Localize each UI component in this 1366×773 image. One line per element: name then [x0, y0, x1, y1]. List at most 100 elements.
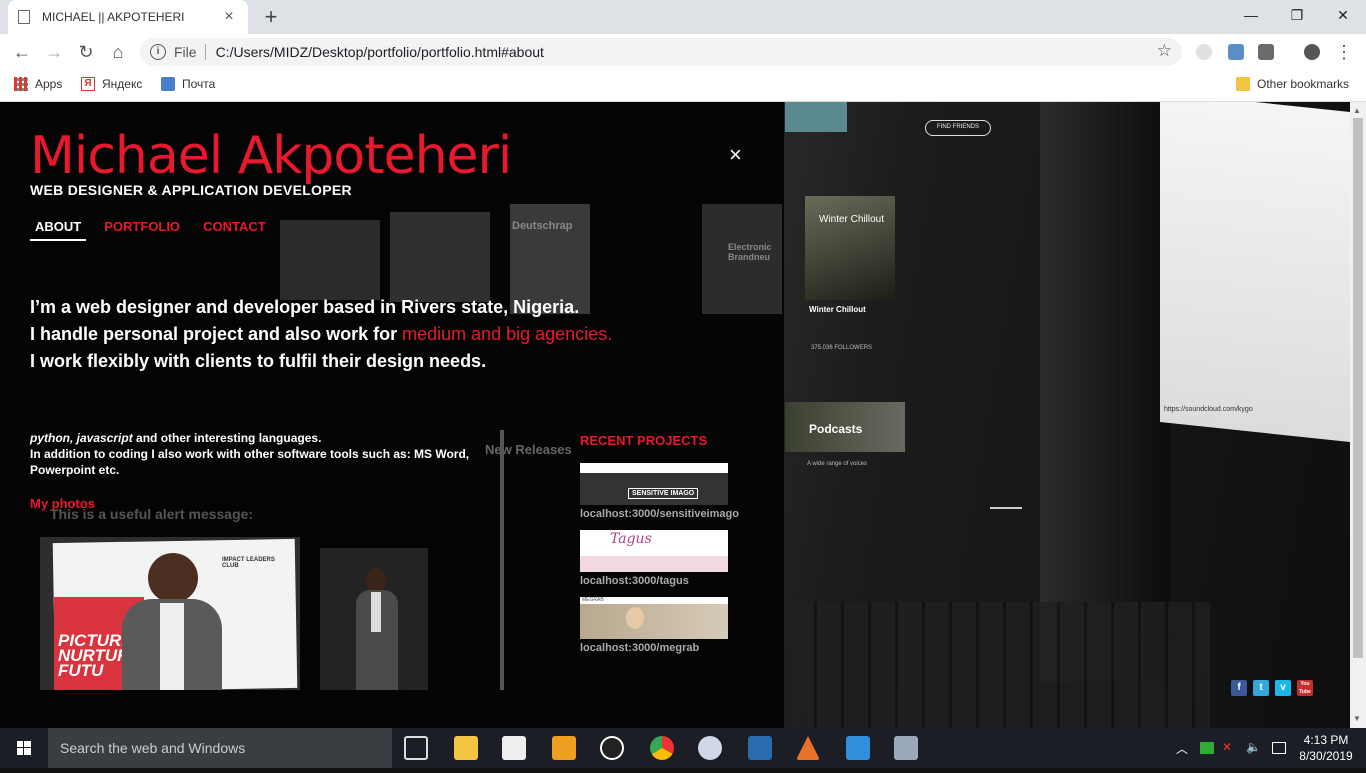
background-image	[390, 212, 490, 302]
thumbnail-text: MEGRAB	[582, 597, 604, 603]
menu-contact[interactable]: CONTACT	[198, 219, 271, 241]
background-image	[990, 507, 1022, 509]
windows-taskbar: Search the web and Windows ︿ ✕ 🔈 4:13 PM…	[0, 728, 1366, 768]
sublime-icon[interactable]	[552, 736, 576, 760]
bookmark-label: Почта	[182, 77, 216, 91]
background-image: Winter Chillout	[805, 196, 895, 300]
tray-chevron-icon[interactable]: ︿	[1176, 740, 1188, 757]
new-tab-button[interactable]: +	[258, 4, 284, 30]
vimeo-icon[interactable]: v	[1275, 680, 1291, 696]
site-role: WEB DESIGNER & APPLICATION DEVELOPER	[30, 182, 352, 198]
vscode-icon[interactable]	[846, 736, 870, 760]
tab-close-icon[interactable]: ×	[220, 8, 238, 26]
background-text: A wide range of voices	[807, 461, 868, 467]
taskbar-search[interactable]: Search the web and Windows	[48, 728, 392, 768]
forward-button[interactable]: →	[40, 38, 68, 66]
twitter-icon[interactable]: t	[1253, 680, 1269, 696]
app-icon[interactable]	[698, 736, 722, 760]
offline-icon[interactable]: ✕	[1222, 740, 1232, 754]
windows-logo-icon	[17, 741, 31, 755]
project-url[interactable]: localhost:3000/sensitiveimago	[580, 508, 739, 520]
volume-icon[interactable]: 🔈	[1246, 740, 1261, 754]
bookmark-yandex[interactable]: Я Яндекс	[81, 77, 142, 91]
extension-icon[interactable]	[1228, 44, 1244, 60]
background-text: Winter Chillout	[809, 305, 866, 314]
network-icon[interactable]	[1200, 742, 1214, 754]
file-explorer-icon[interactable]	[454, 736, 478, 760]
project-card[interactable]: SENSITIVE IMAGO localhost:3000/sensitive…	[580, 463, 739, 520]
clock-time: 4:13 PM	[1303, 733, 1349, 747]
project-thumbnail[interactable]: MEGRAB	[580, 597, 728, 639]
intro-accent: medium and big agencies.	[402, 324, 613, 344]
photo-person	[366, 568, 386, 592]
matlab-icon[interactable]	[796, 736, 820, 760]
background-text: Winter Chillout	[819, 214, 885, 225]
profile-avatar-icon[interactable]	[1304, 44, 1320, 60]
minimize-button[interactable]: —	[1228, 0, 1274, 30]
back-button[interactable]: ←	[8, 38, 36, 66]
background-image	[280, 220, 380, 300]
youtube-icon[interactable]: You Tube	[1297, 680, 1313, 696]
scrollbar-thumb[interactable]	[1353, 118, 1363, 658]
intro-line: I’m a web designer and developer based i…	[30, 297, 580, 317]
extension-icon[interactable]	[1258, 44, 1274, 60]
thumbnail-person	[626, 607, 644, 629]
languages-tools: In addition to coding I also work with o…	[30, 447, 470, 477]
close-window-button[interactable]: ✕	[1320, 0, 1366, 30]
browser-toolbar: ← → ↻ ⌂ i File C:/Users/MIDZ/Desktop/por…	[0, 34, 1366, 70]
page-scrollbar[interactable]: ▲ ▼	[1350, 102, 1366, 728]
background-text: Deutschrap	[512, 220, 573, 232]
maximize-button[interactable]: ❐	[1274, 0, 1320, 30]
url-text[interactable]: C:/Users/MIDZ/Desktop/portfolio/portfoli…	[216, 44, 544, 60]
bookmark-label: Яндекс	[102, 77, 143, 91]
bookmark-mail[interactable]: Почта	[161, 77, 215, 91]
extension-icon[interactable]	[1196, 44, 1212, 60]
inner-scrollbar[interactable]	[500, 430, 504, 690]
background-image	[1160, 102, 1350, 442]
chrome-icon[interactable]	[650, 736, 674, 760]
folder-icon	[1236, 77, 1250, 91]
apps-grid-icon	[14, 77, 28, 91]
project-thumbnail[interactable]: SENSITIVE IMAGO	[580, 463, 728, 505]
scroll-down-icon[interactable]: ▼	[1353, 714, 1361, 723]
powershell-icon[interactable]	[748, 736, 772, 760]
project-url[interactable]: localhost:3000/megrab	[580, 642, 730, 654]
browser-tab[interactable]: MICHAEL || AKPOTEHERI ×	[8, 0, 248, 34]
project-card[interactable]: Tagus localhost:3000/tagus	[580, 530, 730, 587]
other-bookmarks[interactable]: Other bookmarks	[1236, 77, 1349, 91]
bookmark-star-icon[interactable]: ☆	[1157, 41, 1172, 61]
photo: PICTURI NURTUR FUTU IMPACT LEADERS CLUB	[40, 537, 300, 690]
background-text: Podcasts	[809, 422, 863, 436]
menu-portfolio[interactable]: PORTFOLIO	[99, 219, 185, 241]
reload-button[interactable]: ↻	[72, 38, 100, 66]
notifications-icon[interactable]	[1272, 742, 1286, 754]
background-image: Electronic Brandneu	[702, 204, 782, 314]
thumbnail-text: Tagus	[610, 531, 652, 547]
bookmark-apps[interactable]: Apps	[14, 77, 62, 91]
task-view-icon[interactable]	[404, 736, 428, 760]
bookmark-label: Apps	[35, 77, 63, 91]
taskbar-clock[interactable]: 4:13 PM 8/30/2019	[1296, 732, 1356, 764]
project-thumbnail[interactable]: Tagus	[580, 530, 728, 572]
store-icon[interactable]	[502, 736, 526, 760]
scroll-up-icon[interactable]: ▲	[1353, 106, 1361, 115]
site-name: Michael Akpoteheri	[30, 126, 512, 186]
home-button[interactable]: ⌂	[104, 38, 132, 66]
tab-title: MICHAEL || AKPOTEHERI	[42, 10, 185, 24]
menu-about[interactable]: ABOUT	[30, 219, 87, 241]
mail-icon	[161, 77, 175, 91]
background-text: Electronic Brandneu	[728, 242, 772, 262]
languages-text: python, javascript and other interesting…	[30, 430, 505, 478]
close-panel-icon[interactable]: ×	[729, 142, 742, 168]
info-icon[interactable]: i	[150, 44, 166, 60]
start-button[interactable]	[0, 728, 48, 768]
project-card[interactable]: MEGRAB localhost:3000/megrab	[580, 597, 730, 654]
address-divider	[204, 44, 206, 60]
media-player-icon[interactable]	[600, 736, 624, 760]
menu-kebab-icon[interactable]: ⋮	[1330, 38, 1358, 66]
project-url[interactable]: localhost:3000/tagus	[580, 575, 730, 587]
bookmarks-bar: Apps Я Яндекс Почта Other bookmarks	[0, 70, 1366, 102]
address-bar[interactable]: i File C:/Users/MIDZ/Desktop/portfolio/p…	[140, 38, 1182, 66]
app-icon[interactable]	[894, 736, 918, 760]
facebook-icon[interactable]: f	[1231, 680, 1247, 696]
